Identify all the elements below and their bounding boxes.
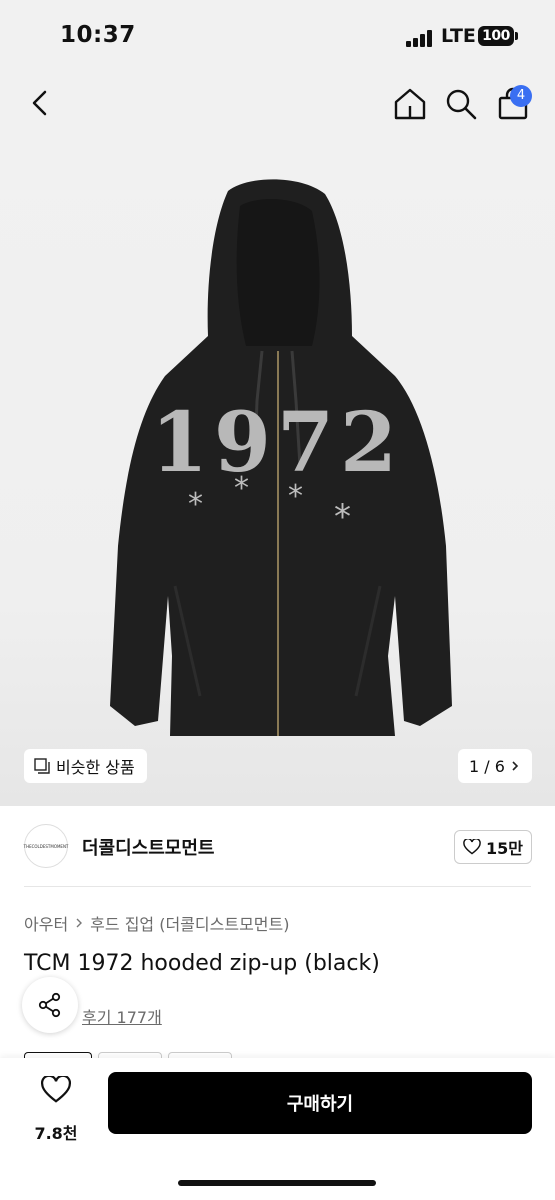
- home-indicator: [178, 1180, 376, 1186]
- network-label: LTE: [441, 25, 476, 47]
- chevron-right-icon: [512, 761, 519, 771]
- similar-products-button[interactable]: 비슷한 상품: [24, 749, 147, 783]
- home-icon[interactable]: [391, 85, 429, 123]
- svg-text:*: *: [334, 497, 351, 537]
- chevron-right-icon: [76, 918, 83, 928]
- page-indicator-text: 1 / 6: [469, 756, 505, 776]
- battery-icon: 100: [478, 26, 514, 46]
- brand-logo[interactable]: THECOLDESTMOMENT: [24, 824, 68, 868]
- hoodie-illustration: * * * * 1972: [110, 179, 452, 736]
- breadcrumb-item-1[interactable]: 아우터: [24, 911, 68, 935]
- signal-icon: [406, 29, 434, 47]
- divider: [24, 886, 531, 887]
- product-image[interactable]: * * * * 1972 비슷한 상품 1 / 6: [0, 136, 555, 806]
- brand-row: THECOLDESTMOMENT 더콜디스트모먼트 15만: [0, 806, 555, 886]
- review-link[interactable]: 후기 177개: [82, 1004, 162, 1028]
- wishlist-count: 7.8천: [34, 1124, 78, 1143]
- search-icon[interactable]: [442, 85, 480, 123]
- buy-button[interactable]: 구매하기: [108, 1072, 532, 1134]
- breadcrumb-item-2[interactable]: 후드 집업 (더콜디스트모먼트): [90, 911, 289, 935]
- wishlist-button[interactable]: 7.8천: [26, 1072, 86, 1143]
- similar-icon: [34, 758, 50, 774]
- heart-icon: [40, 1074, 72, 1103]
- bottom-bar: 7.8천 구매하기: [0, 1058, 555, 1200]
- share-icon: [38, 992, 61, 1018]
- brand-name[interactable]: 더콜디스트모먼트: [82, 834, 214, 860]
- cart-badge: 4: [510, 85, 532, 107]
- battery-tip: [515, 32, 518, 40]
- share-button[interactable]: [22, 977, 78, 1033]
- status-time: 10:37: [60, 22, 136, 48]
- status-bar: 10:37 LTE 100: [0, 0, 555, 72]
- brand-like-count: 15만: [486, 839, 523, 858]
- brand-like-button[interactable]: 15만: [454, 830, 532, 864]
- similar-label: 비슷한 상품: [56, 758, 135, 777]
- svg-text:*: *: [188, 487, 203, 522]
- chevron-left-icon[interactable]: [24, 86, 58, 120]
- nav-bar: [0, 72, 555, 136]
- breadcrumb: 아우터 후드 집업 (더콜디스트모먼트): [24, 911, 289, 935]
- product-title: TCM 1972 hooded zip-up (black): [24, 951, 380, 976]
- image-page-indicator[interactable]: 1 / 6: [458, 749, 532, 783]
- heart-icon: [463, 839, 481, 855]
- hoodie-print-text: 1972: [151, 395, 403, 491]
